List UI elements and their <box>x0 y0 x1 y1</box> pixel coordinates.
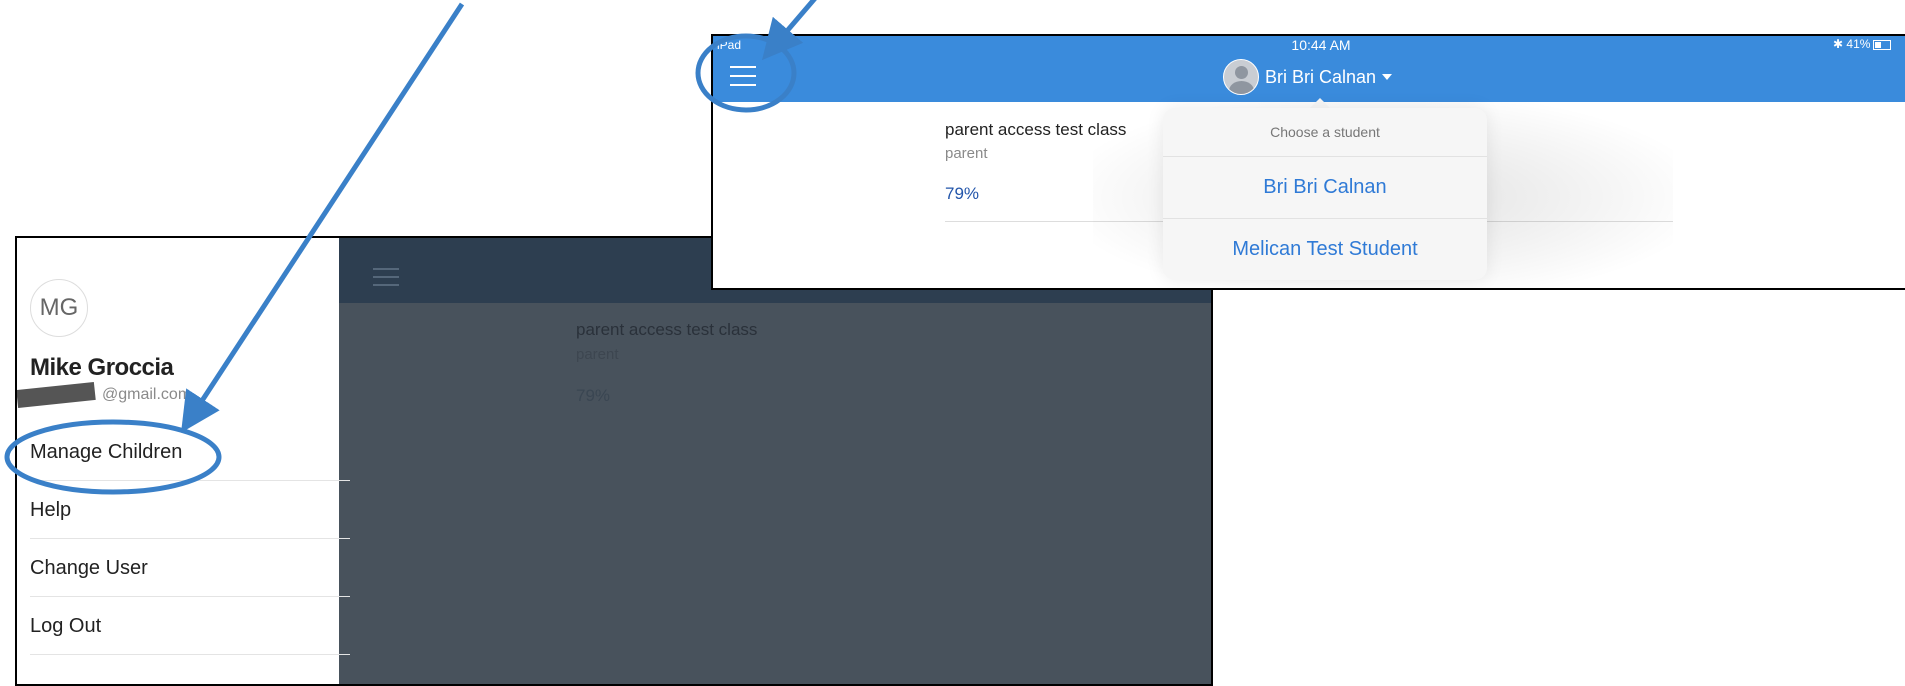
student-popover: Choose a student Bri Bri Calnan Melican … <box>1163 108 1487 280</box>
class-name: parent access test class <box>576 320 758 339</box>
hamburger-menu-icon[interactable] <box>730 66 756 86</box>
grade-percent: 79% <box>945 184 980 203</box>
class-role: parent <box>945 145 988 162</box>
menu-item-manage-children[interactable]: Manage Children <box>30 423 350 481</box>
status-battery: ✱ 41% <box>1833 37 1892 51</box>
side-drawer: MG Mike Groccia xxxxxxxxx@gmail.com Mana… <box>17 238 350 684</box>
redaction-bar <box>17 381 96 409</box>
selected-student-name: Bri Bri Calnan <box>1265 66 1377 87</box>
popover-title: Choose a student <box>1163 108 1487 157</box>
menu-item-log-out[interactable]: Log Out <box>30 597 350 655</box>
avatar: MG <box>30 279 88 337</box>
grade-percent: 79% <box>576 386 611 405</box>
menu-item-change-user[interactable]: Change User <box>30 539 350 597</box>
status-time: 10:44 AM <box>1291 37 1351 53</box>
user-name: Mike Groccia <box>30 354 174 381</box>
class-role: parent <box>576 346 619 363</box>
student-option-melican-test-student[interactable]: Melican Test Student <box>1163 218 1487 280</box>
menu-item-help[interactable]: Help <box>30 481 350 539</box>
drawer-screenshot: 10:44 AM parent access test class parent… <box>15 236 1213 686</box>
caret-down-icon <box>1382 74 1393 80</box>
student-picker-screenshot: iPad 10:44 AM ✱ 41% Bri Bri Calnan paren… <box>711 34 1905 290</box>
student-selector[interactable]: Bri Bri Calnan <box>1223 58 1393 96</box>
hamburger-menu-icon[interactable] <box>373 268 399 288</box>
battery-icon <box>1873 39 1892 50</box>
student-option-bri-bri-calnan[interactable]: Bri Bri Calnan <box>1163 156 1487 219</box>
avatar <box>1223 59 1259 95</box>
